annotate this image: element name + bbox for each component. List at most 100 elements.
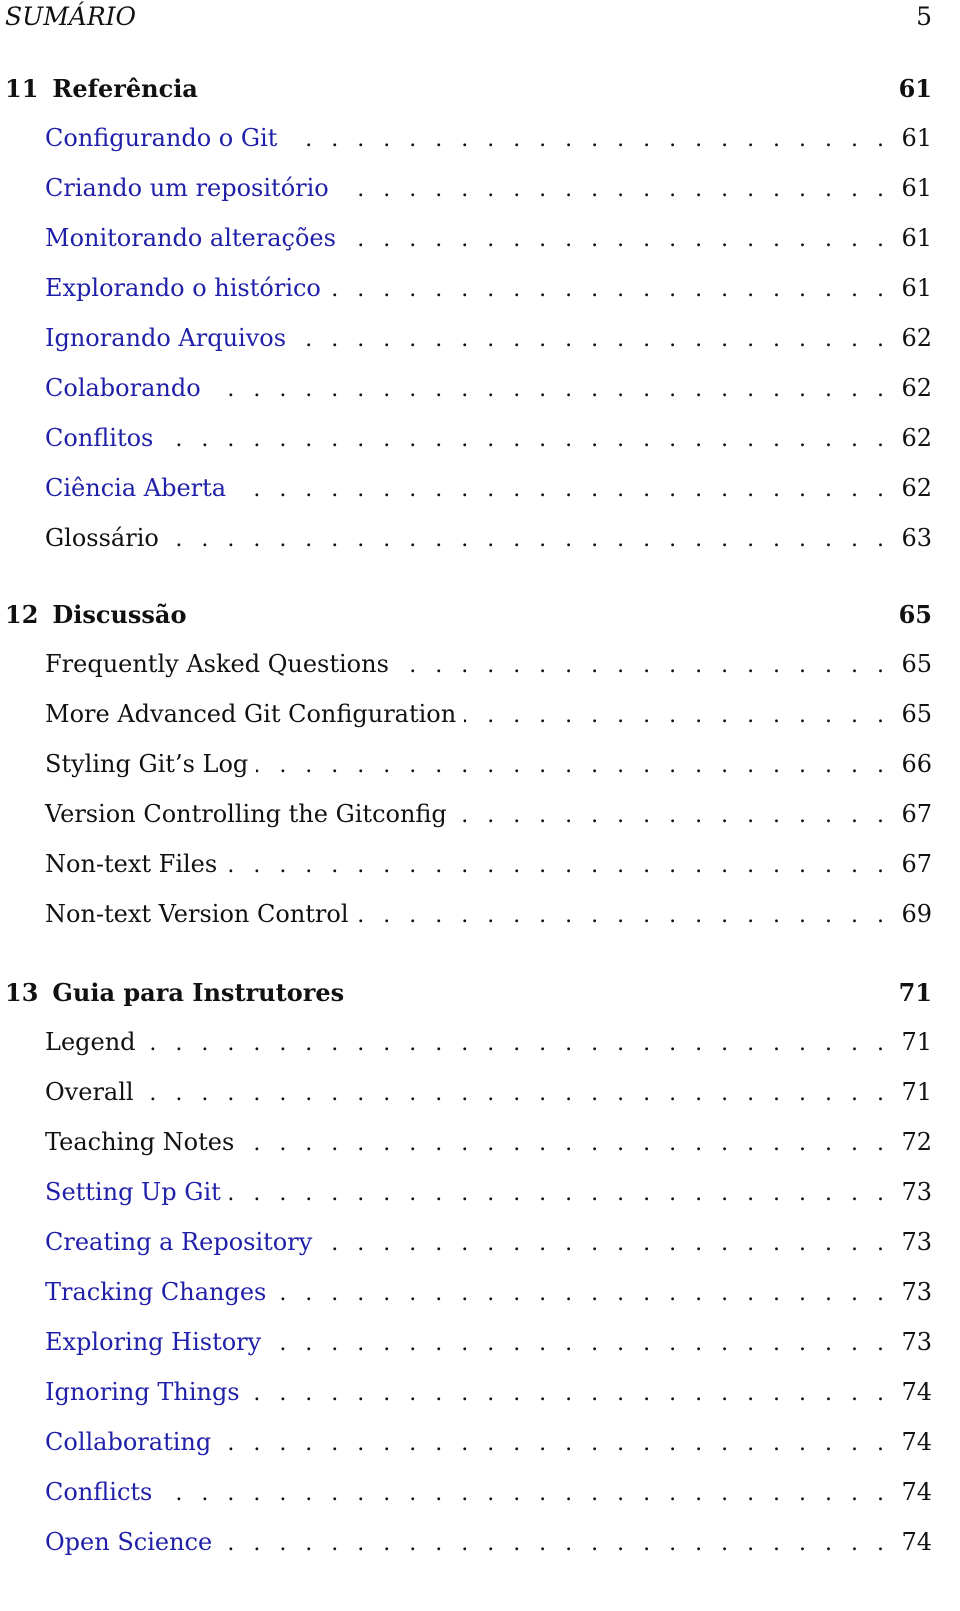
toc-entry-page: 73 xyxy=(901,1278,932,1306)
toc-entry-link[interactable]: Creating a Repository xyxy=(45,1228,320,1256)
toc-entry: Glossário 63 xyxy=(45,524,932,564)
toc-entry[interactable]: Explorando o histórico 61 xyxy=(45,274,932,314)
toc-entry[interactable]: Tracking Changes 73 xyxy=(45,1278,932,1318)
dot-leader xyxy=(144,1031,884,1056)
toc-entry-link[interactable]: Monitorando alterações xyxy=(45,224,344,252)
dot-leader xyxy=(269,1331,884,1356)
toc-entry-page: 69 xyxy=(901,900,932,928)
toc-entry-label: Non-text Files xyxy=(45,850,218,878)
toc-entry[interactable]: Ignorando Arquivos 62 xyxy=(45,324,932,364)
chapter-page: 65 xyxy=(898,600,932,629)
toc-entry-label: More Advanced Git Configuration xyxy=(45,700,457,728)
toc-entry-page: 63 xyxy=(901,524,932,552)
toc-entry[interactable]: Conflitos 62 xyxy=(45,424,932,464)
toc-entry[interactable]: Colaborando 62 xyxy=(45,374,932,414)
toc-entry[interactable]: Exploring History 73 xyxy=(45,1328,932,1368)
toc-entry-page: 65 xyxy=(901,650,932,678)
toc-entry: Frequently Asked Questions 65 xyxy=(45,650,932,690)
toc-entry-link[interactable]: Collaborating xyxy=(45,1428,219,1456)
toc-entry-link[interactable]: Conflicts xyxy=(45,1478,160,1506)
toc-entry-link[interactable]: Setting Up Git xyxy=(45,1178,229,1206)
toc-entry-page: 73 xyxy=(901,1328,932,1356)
toc-entry[interactable]: Monitorando alterações 61 xyxy=(45,224,932,264)
toc-entry-link[interactable]: Criando um repositório xyxy=(45,174,337,202)
toc-entry-page: 74 xyxy=(901,1478,932,1506)
toc-entry: Overall 71 xyxy=(45,1078,932,1118)
toc-entry: Styling Git’s Log 66 xyxy=(45,750,932,790)
toc-entry-link[interactable]: Colaborando xyxy=(45,374,209,402)
dot-leader xyxy=(167,527,884,552)
page-number: 5 xyxy=(916,2,932,31)
toc-entry-link[interactable]: Ciência Aberta xyxy=(45,474,234,502)
toc-entry[interactable]: Configurando o Git 61 xyxy=(45,124,932,164)
toc-entry[interactable]: Creating a Repository 73 xyxy=(45,1228,932,1268)
toc-entry-link[interactable]: Ignoring Things xyxy=(45,1378,248,1406)
toc-entry[interactable]: Conflicts 74 xyxy=(45,1478,932,1518)
toc-entry-link[interactable]: Exploring History xyxy=(45,1328,269,1356)
dot-leader xyxy=(397,653,884,678)
toc-entry[interactable]: Collaborating 74 xyxy=(45,1428,932,1468)
toc-entry: Legend 71 xyxy=(45,1028,932,1068)
dot-leader xyxy=(220,1531,884,1556)
dot-leader xyxy=(320,1231,884,1256)
toc-entry-label: Overall xyxy=(45,1078,134,1106)
toc-entry: Version Controlling the Gitconfig 67 xyxy=(45,800,932,840)
toc-entry-page: 74 xyxy=(901,1378,932,1406)
toc-entry-link[interactable]: Open Science xyxy=(45,1528,220,1556)
chapter-heading[interactable]: 12 Discussão 65 xyxy=(5,600,932,640)
toc-entry: Non-text Files 67 xyxy=(45,850,932,890)
chapter-page: 71 xyxy=(898,978,932,1007)
toc-entry-link[interactable]: Configurando o Git xyxy=(45,124,285,152)
chapter-page: 61 xyxy=(898,74,932,103)
chapter-title: Discussão xyxy=(52,600,187,629)
chapter-number: 11 xyxy=(5,74,39,103)
chapter-title: Referência xyxy=(52,74,198,103)
dot-leader xyxy=(142,1081,884,1106)
dot-leader xyxy=(455,803,884,828)
dot-leader xyxy=(161,427,884,452)
dot-leader xyxy=(219,1431,884,1456)
dot-leader xyxy=(274,1281,884,1306)
toc-entry-page: 71 xyxy=(901,1078,932,1106)
toc-entry-page: 67 xyxy=(901,800,932,828)
toc-entry-link[interactable]: Tracking Changes xyxy=(45,1278,274,1306)
chapter-label: 13 Guia para Instrutores xyxy=(5,978,344,1007)
toc-entry-link[interactable]: Conflitos xyxy=(45,424,161,452)
toc-entry[interactable]: Ignoring Things 74 xyxy=(45,1378,932,1418)
chapter-heading[interactable]: 13 Guia para Instrutores 71 xyxy=(5,978,932,1018)
toc-entry-page: 62 xyxy=(901,374,932,402)
chapter-number: 12 xyxy=(5,600,39,629)
toc-entry: Non-text Version Control 69 xyxy=(45,900,932,940)
dot-leader xyxy=(344,227,884,252)
toc-entry[interactable]: Criando um repositório 61 xyxy=(45,174,932,214)
dot-leader xyxy=(242,1131,884,1156)
dot-leader xyxy=(329,277,884,302)
dot-leader xyxy=(209,377,884,402)
toc-entry-label: Styling Git’s Log xyxy=(45,750,249,778)
dot-leader xyxy=(357,903,884,928)
toc-entry[interactable]: Ciência Aberta 62 xyxy=(45,474,932,514)
toc-entry-link[interactable]: Explorando o histórico xyxy=(45,274,329,302)
toc-entry[interactable]: Setting Up Git 73 xyxy=(45,1178,932,1218)
dot-leader xyxy=(225,853,884,878)
toc-entry-page: 74 xyxy=(901,1528,932,1556)
dot-leader xyxy=(337,177,884,202)
toc-entry-page: 72 xyxy=(901,1128,932,1156)
chapter-label: 11 Referência xyxy=(5,74,198,103)
toc-entry-page: 61 xyxy=(901,124,932,152)
dot-leader xyxy=(160,1481,884,1506)
toc-entry-label: Non-text Version Control xyxy=(45,900,349,928)
toc-entry-link[interactable]: Ignorando Arquivos xyxy=(45,324,294,352)
chapter-heading[interactable]: 11 Referência 61 xyxy=(5,74,932,114)
toc-entry[interactable]: Open Science 74 xyxy=(45,1528,932,1568)
toc-entry-page: 74 xyxy=(901,1428,932,1456)
chapter-number: 13 xyxy=(5,978,39,1007)
toc-entry-label: Teaching Notes xyxy=(45,1128,235,1156)
toc-entry-label: Frequently Asked Questions xyxy=(45,650,389,678)
dot-leader xyxy=(248,1381,884,1406)
toc-entry-page: 62 xyxy=(901,474,932,502)
running-head: SUMÁRIO 5 xyxy=(5,2,932,38)
dot-leader xyxy=(285,127,884,152)
toc-entry-page: 73 xyxy=(901,1178,932,1206)
toc-entry-page: 73 xyxy=(901,1228,932,1256)
